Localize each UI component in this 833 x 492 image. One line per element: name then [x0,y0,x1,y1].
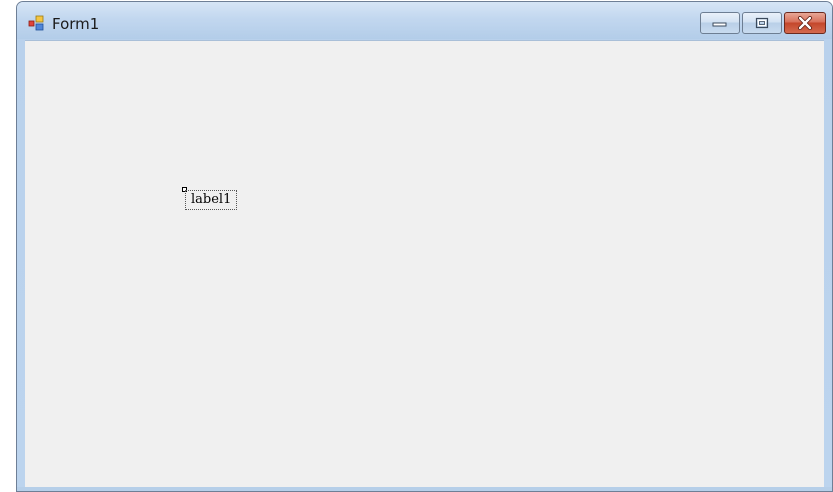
caption-buttons [700,12,826,35]
window-title: Form1 [52,15,100,33]
window-bottom-border [17,487,832,491]
title-bar[interactable]: Form1 [17,2,832,39]
close-button[interactable] [784,12,826,34]
form-app-icon [28,15,46,31]
label1-control[interactable]: label1 [185,190,238,210]
form-window[interactable]: Form1 label1 [16,1,833,492]
minimize-button[interactable] [700,12,740,34]
maximize-button[interactable] [742,12,782,34]
form-client-area[interactable]: label1 [25,40,824,488]
